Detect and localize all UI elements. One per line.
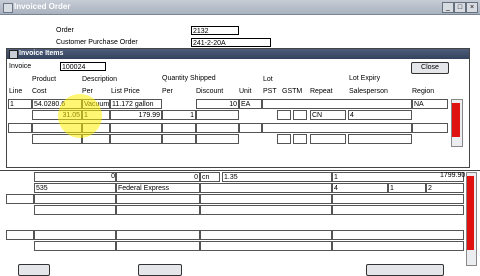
lower-r3-c[interactable] (116, 194, 200, 204)
minimize-icon[interactable]: _ (442, 2, 454, 13)
cursor-highlight (58, 94, 102, 138)
lower-r5-a[interactable] (6, 230, 34, 240)
lower-r3-d[interactable] (200, 194, 332, 204)
lower-r2-e[interactable]: 2 (426, 183, 464, 193)
row4-discount[interactable] (196, 134, 239, 144)
row1-unit[interactable]: EA (239, 99, 262, 109)
lower-r4-c[interactable] (200, 205, 332, 215)
order-label: Order (56, 27, 74, 34)
maximize-icon[interactable]: □ (454, 2, 466, 13)
col-quantity-shipped: Quantity Shipped (162, 75, 216, 82)
col-salesperson: Salesperson (349, 88, 388, 95)
row4-pst[interactable] (277, 134, 291, 144)
lower-r4-a[interactable] (34, 205, 116, 215)
col-discount: Discount (196, 88, 224, 95)
row2-list-price[interactable]: 179.99 (110, 110, 162, 120)
lower-r3-b[interactable] (34, 194, 116, 204)
row1-lot[interactable] (262, 99, 412, 109)
close-button[interactable]: Close (411, 62, 449, 74)
cpo-field[interactable]: 241-2-20A (191, 38, 271, 47)
lower-divider (0, 170, 480, 171)
lower-r3-a[interactable] (6, 194, 34, 204)
col-product: Product (32, 76, 57, 83)
col-cost: Cost (32, 88, 47, 95)
dialog-title: Invoice Items (19, 50, 64, 57)
col-gstm: GSTM (282, 88, 303, 95)
lower-r2-a[interactable]: 535 (34, 183, 116, 193)
lower-r4-d[interactable] (332, 205, 464, 215)
row4-salesperson[interactable] (348, 134, 412, 144)
dialog-titlebar: Invoice Items (7, 49, 469, 59)
row3-qty[interactable] (162, 123, 196, 133)
app-icon (3, 3, 13, 13)
row2-qty-per[interactable]: 1 (162, 110, 196, 120)
lower-r2-blank[interactable] (200, 183, 332, 193)
lower-r5-e[interactable] (332, 230, 464, 240)
lower-r1-c[interactable]: cn (200, 172, 220, 182)
bottom-button-2[interactable] (138, 264, 182, 276)
bottom-button-3[interactable] (366, 264, 444, 276)
lower-r1-d[interactable]: 1.35 (222, 172, 332, 182)
lower-r2-d[interactable]: 1 (388, 183, 426, 193)
row1-list-price[interactable]: 11.172 gallon (110, 99, 162, 109)
row3-discount[interactable] (196, 123, 239, 133)
row3-line[interactable] (8, 123, 32, 133)
order-field[interactable]: 2132 (191, 26, 239, 35)
col-pst: PST (263, 88, 277, 95)
row1-discount[interactable]: 10 (196, 99, 239, 109)
row3-list-price[interactable] (110, 123, 162, 133)
lower-r5-b[interactable] (34, 230, 116, 240)
dialog-scroll-thumb[interactable] (452, 103, 460, 137)
col-qty-per: Per (162, 88, 173, 95)
row4-gstm[interactable] (293, 134, 307, 144)
dialog-icon (9, 50, 18, 59)
row2-pst[interactable] (277, 110, 291, 120)
col-region: Region (412, 88, 435, 95)
lower-r3-e[interactable] (332, 194, 464, 204)
row2-salesperson[interactable]: 4 (348, 110, 412, 120)
row4-qty-per[interactable] (162, 134, 196, 144)
lower-r1-a-value: 0 (111, 173, 115, 180)
invoice-field[interactable]: 100024 (60, 62, 106, 71)
row2-repeat[interactable]: CN (310, 110, 346, 120)
row3-unit[interactable] (239, 123, 262, 133)
col-repeat: Repeat (310, 88, 333, 95)
row1-region[interactable]: NA (412, 99, 448, 109)
row3-lot[interactable] (262, 123, 412, 133)
cpo-label: Customer Purchase Order (56, 39, 138, 46)
lower-r6-c[interactable] (200, 241, 332, 251)
row4-repeat[interactable] (310, 134, 346, 144)
col-list-price: List Price (111, 88, 140, 95)
window-titlebar: Invoiced Order _ □ × (0, 0, 480, 15)
lower-r5-d[interactable] (200, 230, 332, 240)
invoice-label: Invoice (9, 63, 32, 70)
lower-r4-b[interactable] (116, 205, 200, 215)
col-lot: Lot (263, 76, 273, 83)
col-line: Line (9, 88, 23, 95)
row2-gstm[interactable] (293, 110, 307, 120)
col-unit: Unit (239, 88, 252, 95)
row3-region[interactable] (412, 123, 448, 133)
row2-discount[interactable] (196, 110, 239, 120)
lower-r1-f: 1799.90 (440, 172, 466, 179)
bottom-button-1[interactable] (18, 264, 50, 276)
lower-r6-d[interactable] (332, 241, 464, 251)
main-scroll-thumb[interactable] (467, 176, 474, 250)
row1-line[interactable]: 1 (8, 99, 32, 109)
window-title: Invoiced Order (14, 2, 71, 11)
lower-r1-b[interactable]: 0 (116, 172, 200, 182)
col-description: Description (82, 76, 118, 83)
lower-r2-b[interactable]: Federal Express (116, 183, 200, 193)
lower-r5-c[interactable] (116, 230, 200, 240)
col-lot-expiry: Lot Expiry (349, 75, 381, 82)
lower-r2-c[interactable]: 4 (332, 183, 388, 193)
row4-list-price[interactable] (110, 134, 162, 144)
lower-r6-b[interactable] (116, 241, 200, 251)
lower-r6-a[interactable] (34, 241, 116, 251)
close-window-icon[interactable]: × (466, 2, 478, 13)
